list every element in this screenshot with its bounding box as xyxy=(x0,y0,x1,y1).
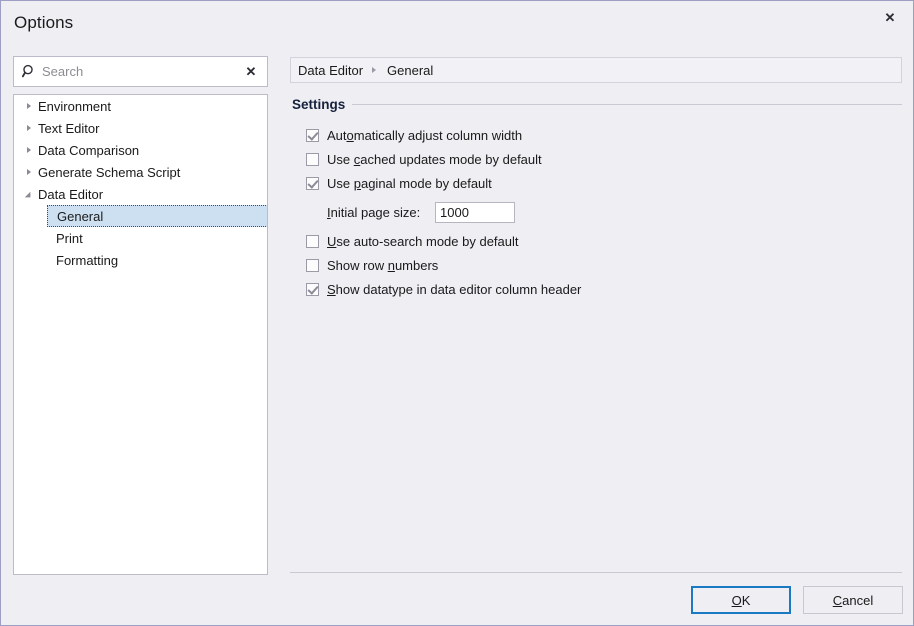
tree-item-data-editor[interactable]: Data Editor xyxy=(14,183,267,205)
checkbox-indicator[interactable] xyxy=(306,258,319,272)
cancel-button-label: Cancel xyxy=(832,592,874,608)
search-box[interactable]: ✕ xyxy=(13,56,268,87)
clear-search-icon[interactable]: ✕ xyxy=(239,64,267,80)
checkbox-automatically-adjust-column-width[interactable]: Automatically adjust column width xyxy=(306,123,886,147)
chevron-right-icon[interactable] xyxy=(22,103,36,109)
checkbox-label: Use paginal mode by default xyxy=(327,175,492,191)
ok-button-label: OK xyxy=(731,592,751,608)
tree-item-text-editor[interactable]: Text Editor xyxy=(14,117,267,139)
checkbox-show-row-numbers[interactable]: Show row numbers xyxy=(306,253,886,277)
tree-item-label: General xyxy=(57,208,104,224)
title-bar: Options ✕ xyxy=(1,1,913,47)
divider xyxy=(290,572,902,573)
checkbox-use-paginal-mode-by-default[interactable]: Use paginal mode by default xyxy=(306,171,886,195)
checkbox-label: Automatically adjust column width xyxy=(327,127,523,143)
search-input[interactable] xyxy=(42,64,239,79)
initial-page-size-label: Initial page size: xyxy=(327,204,421,220)
tree-item-label: Generate Schema Script xyxy=(38,164,181,180)
chevron-right-icon xyxy=(372,67,377,73)
tree-item-generate-schema-script[interactable]: Generate Schema Script xyxy=(14,161,267,183)
checkbox-indicator[interactable] xyxy=(306,152,319,166)
checkbox-indicator[interactable] xyxy=(306,234,319,248)
ok-button[interactable]: OK xyxy=(691,586,791,614)
settings-list: Automatically adjust column width Use ca… xyxy=(306,123,886,301)
checkbox-label: Use cached updates mode by default xyxy=(327,151,542,167)
search-icon xyxy=(14,64,42,79)
cancel-button[interactable]: Cancel xyxy=(803,586,903,614)
tree-item-general[interactable]: General xyxy=(47,205,267,227)
chevron-right-icon[interactable] xyxy=(22,147,36,153)
tree-item-data-comparison[interactable]: Data Comparison xyxy=(14,139,267,161)
checkbox-indicator[interactable] xyxy=(306,128,319,142)
tree-item-label: Environment xyxy=(38,98,111,114)
checkbox-use-cached-updates-mode-by-default[interactable]: Use cached updates mode by default xyxy=(306,147,886,171)
tree-item-print[interactable]: Print xyxy=(14,227,267,249)
page-title: Options xyxy=(14,13,74,32)
checkbox-label: Show row numbers xyxy=(327,257,439,273)
tree-item-label: Data Comparison xyxy=(38,142,140,158)
tree-item-label: Text Editor xyxy=(38,120,100,136)
chevron-down-icon[interactable] xyxy=(22,191,36,200)
chevron-right-icon[interactable] xyxy=(22,169,36,175)
tree-item-label: Print xyxy=(56,230,83,246)
divider xyxy=(352,104,902,105)
options-tree[interactable]: Environment Text Editor Data Comparison … xyxy=(13,94,268,575)
checkbox-indicator[interactable] xyxy=(306,176,319,190)
tree-item-environment[interactable]: Environment xyxy=(14,95,267,117)
tree-item-label: Formatting xyxy=(56,252,119,268)
checkbox-indicator[interactable] xyxy=(306,282,319,296)
checkbox-label: Show datatype in data editor column head… xyxy=(327,281,582,297)
settings-group-header: Settings xyxy=(292,97,902,112)
settings-group-title: Settings xyxy=(292,97,346,112)
tree-item-label: Data Editor xyxy=(38,186,104,202)
initial-page-size-row: Initial page size: xyxy=(306,197,886,227)
breadcrumb-parent[interactable]: Data Editor xyxy=(298,63,363,78)
close-icon[interactable]: ✕ xyxy=(867,1,913,35)
breadcrumb-current: General xyxy=(387,62,434,78)
checkbox-label: Use auto-search mode by default xyxy=(327,233,519,249)
breadcrumb: Data Editor General xyxy=(290,57,902,83)
checkbox-use-auto-search-mode-by-default[interactable]: Use auto-search mode by default xyxy=(306,229,886,253)
initial-page-size-input[interactable] xyxy=(435,201,515,223)
chevron-right-icon[interactable] xyxy=(22,125,36,131)
tree-item-formatting[interactable]: Formatting xyxy=(14,249,267,271)
options-dialog: Options ✕ ✕ Environment Text Editor Data… xyxy=(0,0,914,626)
checkbox-show-datatype-in-data-editor-column-header[interactable]: Show datatype in data editor column head… xyxy=(306,277,886,301)
